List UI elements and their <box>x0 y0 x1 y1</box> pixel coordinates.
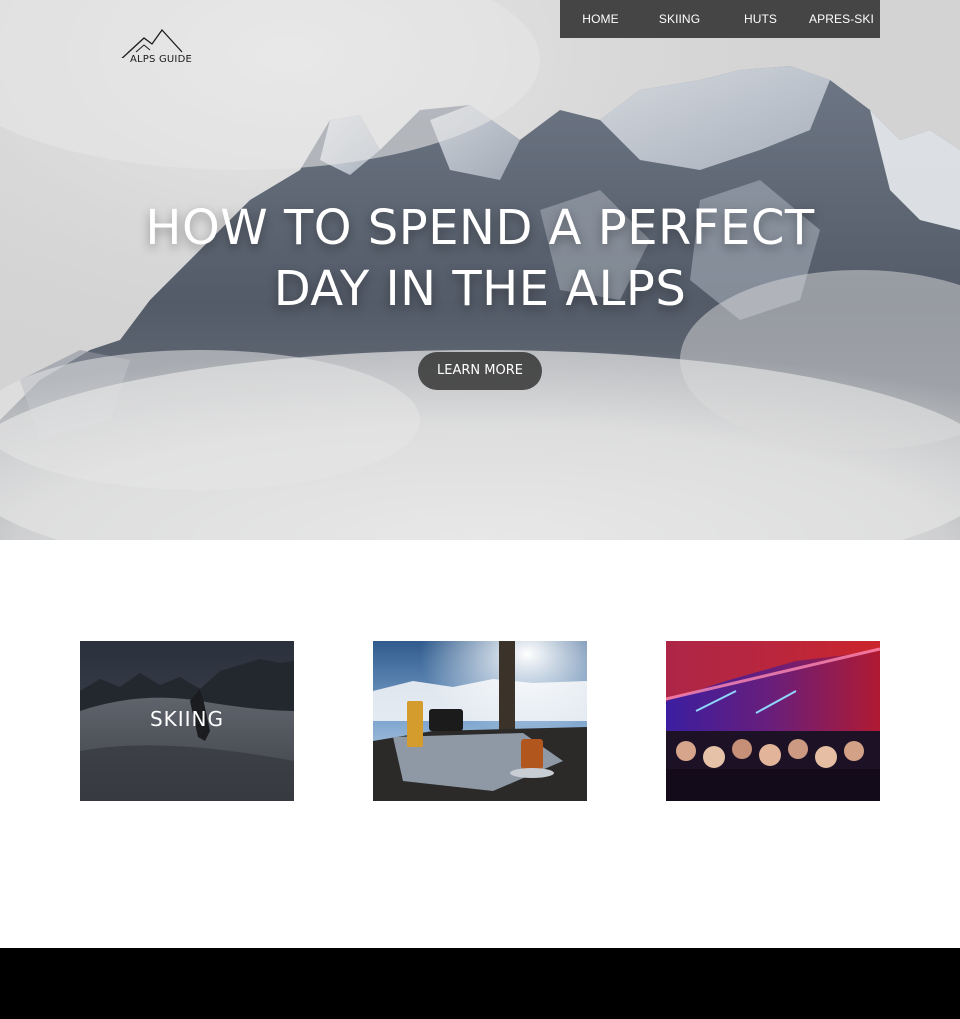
alps-guide-logo[interactable]: ALPS GUIDE <box>116 28 212 68</box>
huts-photo <box>373 641 587 801</box>
huts-card[interactable] <box>373 641 587 801</box>
nav-item-huts[interactable]: HUTS <box>718 12 803 26</box>
apres-ski-card[interactable] <box>666 641 880 801</box>
hero-title-line-1: HOW TO SPEND A PERFECT <box>145 200 815 256</box>
learn-more-button[interactable]: LEARN MORE <box>418 352 542 390</box>
card-label-skiing: SKIING <box>149 707 225 731</box>
hero-title-line-2: DAY IN THE ALPS <box>273 261 687 317</box>
nav-item-skiing[interactable]: SKIING <box>641 12 718 26</box>
skiing-card[interactable]: SKIING <box>80 641 294 801</box>
page-footer <box>0 948 960 1019</box>
nav-item-apres-ski[interactable]: APRES-SKI <box>803 12 880 26</box>
nav-item-home[interactable]: HOME <box>560 12 641 26</box>
top-navigation: HOME SKIING HUTS APRES-SKI <box>560 0 880 38</box>
apres-ski-photo <box>666 641 880 801</box>
logo-text: ALPS GUIDE <box>130 54 193 65</box>
hero-banner: ALPS GUIDE HOME SKIING HUTS APRES-SKI HO… <box>0 0 960 540</box>
hero-title: HOW TO SPEND A PERFECT DAY IN THE ALPS <box>80 198 880 320</box>
